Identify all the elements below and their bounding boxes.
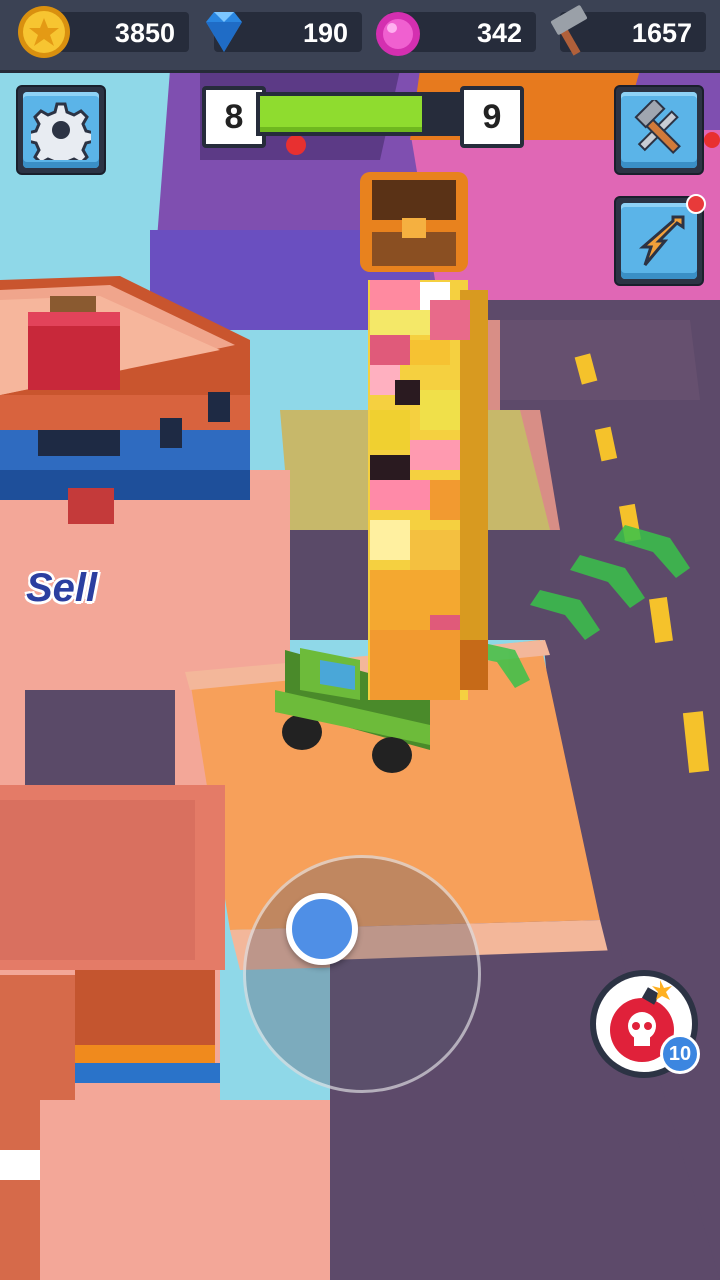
bomb-count-badge: 10 <box>660 1034 700 1074</box>
coin-counter: 3850 <box>18 6 189 58</box>
level-progress-bar <box>256 92 462 136</box>
hammer-icon <box>551 5 587 56</box>
coin-icon <box>18 6 70 58</box>
resource-bar: 3850 190 342 1657 <box>0 0 720 73</box>
next-level: 9 <box>460 86 524 148</box>
level-progress-fill <box>260 96 422 132</box>
hammer-wrench-icon <box>634 100 681 155</box>
gem-counter: 342 <box>376 12 536 56</box>
gear-icon <box>31 102 91 160</box>
diamond-value: 190 <box>302 18 348 48</box>
settings-button[interactable] <box>16 85 106 175</box>
sell-zone-label: Sell <box>26 566 98 610</box>
build-button[interactable] <box>614 85 704 175</box>
hammer-value: 1657 <box>631 18 692 48</box>
pink-gem-icon <box>376 12 420 56</box>
bomb-count: 10 <box>668 1043 692 1065</box>
boost-button[interactable] <box>614 194 706 286</box>
bomb-button[interactable]: 10 <box>590 970 700 1078</box>
diamond-counter: 190 <box>206 12 362 52</box>
joystick-handle[interactable] <box>286 893 358 965</box>
joystick[interactable] <box>243 855 481 1093</box>
notification-dot <box>686 194 706 214</box>
coin-value: 3850 <box>114 18 175 48</box>
gem-value: 342 <box>476 18 522 48</box>
lightning-arrow-icon <box>638 215 685 266</box>
diamond-icon <box>206 12 242 52</box>
hammer-counter: 1657 <box>551 5 706 56</box>
